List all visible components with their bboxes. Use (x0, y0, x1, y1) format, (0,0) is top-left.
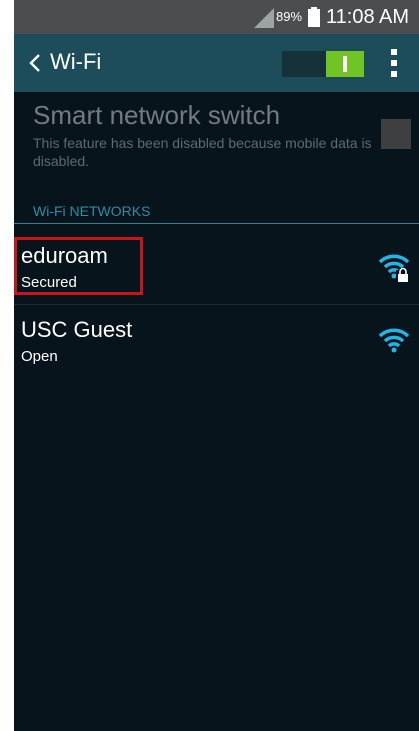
chevron-left-icon (29, 54, 40, 72)
network-name: USC Guest (21, 317, 133, 342)
network-status: Open (21, 348, 58, 365)
overflow-menu-icon (391, 49, 397, 55)
overflow-menu-icon-dot (391, 71, 397, 77)
action-bar: Wi-Fi (14, 34, 419, 92)
switch-thumb (326, 51, 364, 77)
wifi-locked-icon (378, 254, 410, 282)
phone-screen: 89% 11:08 AM Wi-Fi Smart network switch (14, 0, 419, 731)
overflow-menu-button[interactable] (382, 44, 406, 82)
page-title: Wi-Fi (50, 49, 102, 74)
back-button[interactable]: Wi-Fi (14, 34, 134, 92)
smart-network-switch-setting: Smart network switch This feature has be… (14, 92, 419, 184)
battery-percent: 89% (276, 9, 303, 24)
wifi-networks-section-header: Wi-Fi NETWORKS (33, 203, 151, 219)
status-bar: 89% 11:08 AM (14, 0, 419, 34)
signal-icon (254, 8, 274, 28)
network-status: Secured (21, 274, 77, 291)
network-name: eduroam (21, 243, 108, 268)
wifi-toggle-switch[interactable] (282, 51, 364, 77)
clock: 11:08 AM (326, 6, 410, 28)
wifi-icon (378, 328, 410, 353)
smart-network-switch-title: Smart network switch (33, 100, 281, 130)
network-item-eduroam[interactable]: eduroam Secured (14, 228, 419, 302)
overflow-menu-icon-dot (391, 60, 397, 66)
network-item-usc-guest[interactable]: USC Guest Open (14, 302, 419, 376)
switch-on-mark (343, 56, 347, 72)
smart-network-switch-description: This feature has been disabled because m… (33, 135, 372, 169)
section-divider (14, 223, 419, 224)
smart-network-switch-checkbox (381, 119, 411, 149)
battery-icon (308, 7, 320, 27)
